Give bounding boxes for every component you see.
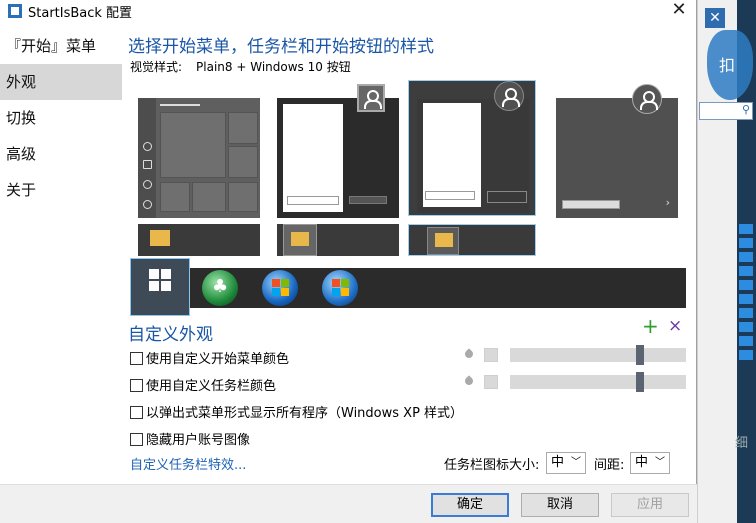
start-button-win10-selected[interactable] [130,258,190,316]
clover-orb-icon[interactable]: ♣ [202,270,238,306]
page-title: 选择开始菜单，任务栏和开始按钮的样式 [128,37,434,57]
custom-appearance-title: 自定义外观 [128,325,213,345]
preview-shutdown-button [349,196,387,204]
background-close-icon[interactable]: ✕ [705,8,725,28]
checkbox[interactable] [130,379,143,392]
taskbar-opacity-slider[interactable] [510,372,686,392]
background-tiles [737,220,756,420]
folder-icon [143,160,152,169]
power-icon [143,200,152,209]
color-swatch[interactable] [484,375,498,389]
start-button-strip: ♣ [130,258,686,316]
option-xp-style-programs[interactable]: 以弹出式菜单形式显示所有程序（Windows XP 样式） [130,402,463,421]
background-search-box[interactable]: ⚲ [699,102,753,120]
preview-tile [228,146,258,178]
taskbar-preview-3-selected[interactable] [408,224,536,256]
gear-icon [143,180,152,189]
app-icon [8,4,22,18]
option-hide-user-picture[interactable]: 隐藏用户账号图像 [130,429,250,448]
preview-search [287,196,339,205]
option-custom-taskbar-color[interactable]: 使用自定义任务栏颜色 [130,375,276,394]
sidebar-item-appearance[interactable]: 外观 [0,64,122,100]
option-label: 使用自定义开始菜单颜色 [146,352,290,367]
preview-shutdown-button [487,191,527,203]
folder-icon [435,233,453,247]
option-label: 隐藏用户账号图像 [146,433,251,448]
style-preview-win10-tiles[interactable] [138,98,260,218]
user-avatar-icon [357,84,385,112]
taskbar-effects-link[interactable]: 自定义任务栏特效... [130,454,246,473]
folder-icon [291,232,309,246]
taskbar-preview-2[interactable] [277,224,399,256]
chevron-down-icon: ﹀ [571,457,581,468]
sidebar-item-advanced[interactable]: 高级 [0,136,122,172]
icon-size-label: 任务栏图标大小: [444,458,540,473]
visual-style-value: Plain8 + Windows 10 按钮 [196,60,351,74]
preview-tile [192,182,226,212]
cancel-button[interactable]: 取消 [521,493,599,517]
option-label: 以弹出式菜单形式显示所有程序（Windows XP 样式） [146,406,464,421]
slider-thumb[interactable] [636,372,644,392]
chevron-down-icon: ﹀ [655,457,665,468]
sidebar-item-start-menu[interactable]: 『开始』菜单 [0,28,122,64]
user-avatar-icon [632,84,662,114]
chevron-right-icon: › [665,196,670,209]
config-window: StartIsBack 配置 ✕ 『开始』菜单 外观 切换 高级 关于 选择开始… [0,0,697,523]
sidebar: 『开始』菜单 外观 切换 高级 关于 [0,28,122,208]
color-drop-icon[interactable] [464,348,474,360]
preview-tile [228,112,258,144]
spacing-value: 中 [635,455,649,470]
shield-text: 扣 [719,56,736,75]
win7-orb-icon[interactable] [262,270,298,306]
user-avatar-icon [494,81,524,111]
ok-button[interactable]: 确定 [431,493,509,517]
preview-title-bar [160,104,200,106]
shield-icon: 扣 [707,30,753,100]
background-text: 细 [735,436,749,451]
remove-icon[interactable]: × [668,316,682,336]
add-icon[interactable]: + [642,314,659,338]
sidebar-item-about[interactable]: 关于 [0,172,122,208]
slider-thumb[interactable] [636,345,644,365]
spacing-label: 间距: [594,458,625,473]
checkbox[interactable] [130,406,143,419]
folder-icon [150,230,170,246]
preview-tile [160,112,226,178]
option-custom-start-color[interactable]: 使用自定义开始菜单颜色 [130,348,289,367]
sidebar-item-switching[interactable]: 切换 [0,100,122,136]
icon-size-select[interactable]: 中 ﹀ [546,452,586,474]
vista-orb-icon[interactable] [322,270,358,306]
background-window: ✕ 扣 ⚲ 细 [697,0,756,523]
search-icon: ⚲ [741,103,750,116]
preview-search [425,191,475,200]
title-bar: StartIsBack 配置 ✕ [0,0,696,22]
window-title: StartIsBack 配置 [28,6,133,21]
dialog-footer: 确定 取消 应用 [0,484,697,523]
color-swatch[interactable] [484,348,498,362]
preview-search [562,200,620,209]
taskbar-preview-1[interactable] [138,224,260,256]
style-preview-win7[interactable] [277,84,399,218]
spacing-select[interactable]: 中 ﹀ [630,452,670,474]
preview-menu [417,99,529,213]
windows-logo-icon [149,269,171,291]
user-icon [143,142,152,151]
option-label: 使用自定义任务栏颜色 [146,379,277,394]
style-preview-plain8-selected[interactable] [408,80,536,216]
style-preview-metro[interactable]: › [556,84,678,218]
visual-style-line: 视觉样式: Plain8 + Windows 10 按钮 [130,58,351,75]
preview-tile [160,182,190,212]
icon-size-value: 中 [551,455,565,470]
start-menu-opacity-slider[interactable] [510,345,686,365]
color-drop-icon[interactable] [464,375,474,387]
checkbox[interactable] [130,352,143,365]
checkbox[interactable] [130,433,143,446]
preview-tile [228,182,258,212]
apply-button[interactable]: 应用 [611,493,689,517]
close-icon[interactable]: ✕ [668,0,690,22]
visual-style-label: 视觉样式: [130,60,183,74]
